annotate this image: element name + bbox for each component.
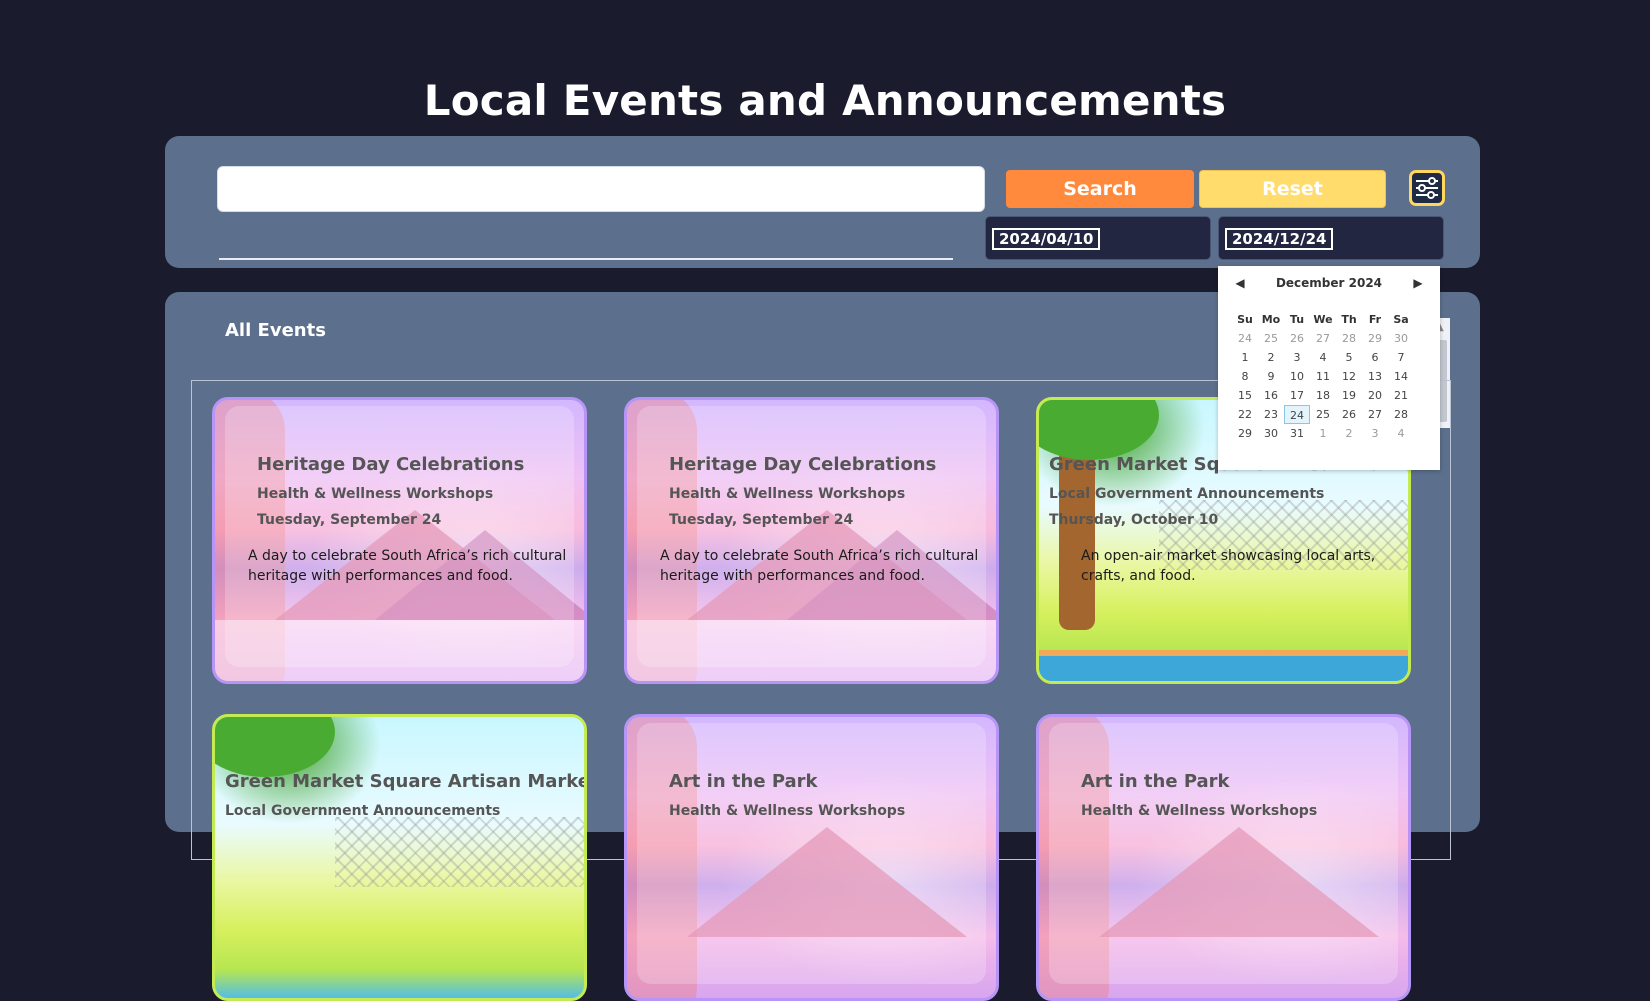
calendar-day[interactable]: 3 xyxy=(1284,348,1310,367)
calendar-grid: Su Mo Tu We Th Fr Sa 24 25 26 27 28 29 30 1 2 3 4 5… xyxy=(1232,310,1428,443)
event-title: Green Market Square Artisan Market xyxy=(225,771,587,792)
calendar-day[interactable]: 29 xyxy=(1232,424,1258,443)
calendar-day[interactable]: 25 xyxy=(1310,405,1336,424)
calendar-day[interactable]: 2 xyxy=(1258,348,1284,367)
event-description: A day to celebrate South Africa’s rich c… xyxy=(248,548,567,584)
calendar-day[interactable]: 20 xyxy=(1362,386,1388,405)
page-title: Local Events and Announcements xyxy=(423,76,1227,125)
event-description: A day to celebrate South Africa’s rich c… xyxy=(660,548,979,584)
event-card[interactable]: Heritage Day Celebrations Health & Welln… xyxy=(624,397,999,684)
weekday-label: We xyxy=(1313,313,1333,326)
calendar-month-label: December 2024 xyxy=(1275,276,1383,290)
calendar-day[interactable]: 27 xyxy=(1362,405,1388,424)
calendar-day[interactable]: 21 xyxy=(1388,386,1414,405)
calendar-week: 22 23 24 25 26 27 28 xyxy=(1232,405,1428,424)
calendar-day[interactable]: 14 xyxy=(1388,367,1414,386)
calendar-day[interactable]: 16 xyxy=(1258,386,1284,405)
event-category: Health & Wellness Workshops xyxy=(257,486,494,502)
calendar-day[interactable]: 24 xyxy=(1284,405,1310,424)
card-image xyxy=(335,817,584,887)
event-title: Heritage Day Celebrations xyxy=(669,454,937,475)
calendar-day[interactable]: 18 xyxy=(1310,386,1336,405)
weekday-label: Sa xyxy=(1393,313,1409,326)
event-card[interactable]: Art in the Park Health & Wellness Worksh… xyxy=(624,714,999,1001)
calendar-day[interactable]: 30 xyxy=(1258,424,1284,443)
event-category: Health & Wellness Workshops xyxy=(1081,803,1318,819)
calendar-day[interactable]: 15 xyxy=(1232,386,1258,405)
calendar-weekdays: Su Mo Tu We Th Fr Sa xyxy=(1232,310,1428,329)
reset-button[interactable]: Reset xyxy=(1199,170,1386,208)
end-date-field[interactable]: 2024/12/24 xyxy=(1218,216,1444,260)
calendar-day[interactable]: 30 xyxy=(1388,329,1414,348)
calendar-week: 1234567 xyxy=(1232,348,1428,367)
start-date-field[interactable]: 2024/04/10 xyxy=(985,216,1211,260)
calendar-day[interactable]: 28 xyxy=(1336,329,1362,348)
sliders-icon xyxy=(1416,177,1438,199)
filter-button[interactable] xyxy=(1409,170,1445,206)
calendar-day[interactable]: 6 xyxy=(1362,348,1388,367)
weekday-label: Th xyxy=(1341,313,1357,326)
event-title: Heritage Day Celebrations xyxy=(257,454,525,475)
calendar-day[interactable]: 1 xyxy=(1310,424,1336,443)
weekday-label: Tu xyxy=(1289,313,1305,326)
date-picker-calendar[interactable]: ◀ December 2024 ▶ Su Mo Tu We Th Fr Sa 2… xyxy=(1218,266,1440,470)
calendar-day[interactable]: 19 xyxy=(1336,386,1362,405)
event-card[interactable]: Green Market Square Artisan Market Local… xyxy=(212,714,587,1001)
calendar-week: 24 25 26 27 28 29 30 xyxy=(1232,329,1428,348)
calendar-day[interactable]: 3 xyxy=(1362,424,1388,443)
event-card[interactable]: Art in the Park Health & Wellness Worksh… xyxy=(1036,714,1411,1001)
calendar-day[interactable]: 24 xyxy=(1232,329,1258,348)
calendar-day[interactable]: 23 xyxy=(1258,405,1284,424)
event-card[interactable]: Heritage Day Celebrations Health & Welln… xyxy=(212,397,587,684)
event-date: Thursday, October 10 xyxy=(1049,512,1219,528)
calendar-day[interactable]: 13 xyxy=(1362,367,1388,386)
search-underline xyxy=(219,258,953,260)
calendar-day[interactable]: 22 xyxy=(1232,405,1258,424)
weekday-label: Su xyxy=(1237,313,1253,326)
calendar-day[interactable]: 1 xyxy=(1232,348,1258,367)
calendar-day[interactable]: 12 xyxy=(1336,367,1362,386)
calendar-day[interactable]: 10 xyxy=(1284,367,1310,386)
event-title: Art in the Park xyxy=(669,771,818,792)
calendar-day[interactable]: 28 xyxy=(1388,405,1414,424)
event-category: Health & Wellness Workshops xyxy=(669,486,906,502)
calendar-day[interactable]: 27 xyxy=(1310,329,1336,348)
weekday-label: Fr xyxy=(1368,313,1382,326)
calendar-week: 29 30 31 1 2 3 4 xyxy=(1232,424,1428,443)
calendar-day[interactable]: 4 xyxy=(1388,424,1414,443)
search-input[interactable] xyxy=(217,166,985,212)
calendar-day[interactable]: 7 xyxy=(1388,348,1414,367)
calendar-week: 8 9 10 11 12 13 14 xyxy=(1232,367,1428,386)
calendar-day[interactable]: 25 xyxy=(1258,329,1284,348)
section-title: All Events xyxy=(225,320,326,341)
calendar-week: 15 16 17 18 19 20 21 xyxy=(1232,386,1428,405)
calendar-day[interactable]: 26 xyxy=(1284,329,1310,348)
calendar-day[interactable]: 9 xyxy=(1258,367,1284,386)
triangle-right-icon[interactable]: ▶ xyxy=(1410,275,1426,291)
calendar-day[interactable]: 2 xyxy=(1336,424,1362,443)
weekday-label: Mo xyxy=(1261,313,1281,326)
event-title: Art in the Park xyxy=(1081,771,1230,792)
calendar-day[interactable]: 26 xyxy=(1336,405,1362,424)
search-panel: Search Reset 2024/04/10 2024/12/24 xyxy=(165,136,1480,268)
calendar-day[interactable]: 31 xyxy=(1284,424,1310,443)
event-date: Tuesday, September 24 xyxy=(669,512,854,528)
event-category: Local Government Announcements xyxy=(225,803,501,819)
event-category: Local Government Announcements xyxy=(1049,486,1325,502)
calendar-day[interactable]: 4 xyxy=(1310,348,1336,367)
start-date-value: 2024/04/10 xyxy=(992,228,1101,250)
calendar-day[interactable]: 5 xyxy=(1336,348,1362,367)
event-category: Health & Wellness Workshops xyxy=(669,803,906,819)
calendar-day[interactable]: 8 xyxy=(1232,367,1258,386)
search-button[interactable]: Search xyxy=(1006,170,1194,208)
event-date: Tuesday, September 24 xyxy=(257,512,442,528)
end-date-value: 2024/12/24 xyxy=(1225,228,1334,250)
calendar-day[interactable]: 11 xyxy=(1310,367,1336,386)
calendar-day[interactable]: 29 xyxy=(1362,329,1388,348)
calendar-day[interactable]: 17 xyxy=(1284,386,1310,405)
event-description: An open-air market showcasing local arts… xyxy=(1081,548,1376,584)
